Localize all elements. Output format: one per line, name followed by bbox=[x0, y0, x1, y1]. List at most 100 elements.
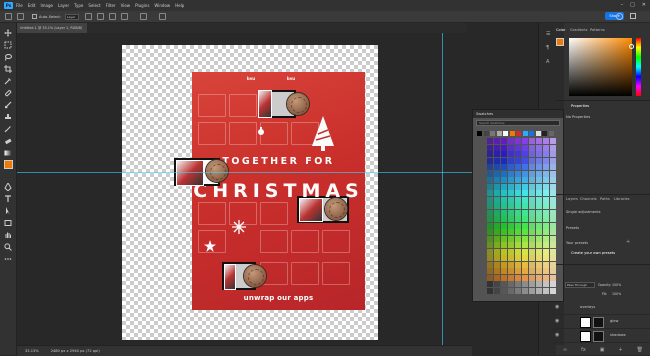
color-swatch[interactable] bbox=[529, 268, 535, 274]
color-swatch[interactable] bbox=[536, 183, 542, 190]
color-swatch[interactable] bbox=[508, 170, 514, 177]
workspace-icon[interactable] bbox=[630, 13, 636, 19]
hue-slider[interactable] bbox=[636, 38, 641, 96]
maximize-icon[interactable]: □ bbox=[630, 2, 635, 8]
recent-swatch[interactable] bbox=[529, 131, 534, 136]
color-swatch[interactable] bbox=[501, 183, 507, 190]
color-panel-foreground[interactable] bbox=[556, 38, 564, 46]
color-swatch[interactable] bbox=[501, 209, 507, 216]
color-swatch[interactable] bbox=[522, 229, 528, 235]
color-swatch[interactable] bbox=[543, 242, 549, 248]
layer-name[interactable]: overlays bbox=[580, 305, 595, 309]
color-swatch[interactable] bbox=[515, 164, 521, 170]
color-swatch[interactable] bbox=[529, 248, 535, 255]
color-swatch[interactable] bbox=[522, 170, 528, 177]
color-swatch[interactable] bbox=[508, 222, 514, 229]
color-swatch[interactable] bbox=[501, 170, 507, 177]
color-swatch[interactable] bbox=[529, 209, 535, 216]
color-swatch[interactable] bbox=[515, 235, 521, 242]
color-swatch[interactable] bbox=[508, 229, 514, 235]
color-swatch[interactable] bbox=[529, 261, 535, 268]
color-swatch[interactable] bbox=[487, 261, 493, 268]
color-swatch[interactable] bbox=[494, 248, 500, 255]
visibility-eye-icon[interactable]: ◉ bbox=[555, 318, 559, 324]
align-left-icon[interactable] bbox=[97, 13, 105, 20]
color-swatch[interactable] bbox=[522, 222, 528, 229]
menu-window[interactable]: Window bbox=[154, 3, 170, 8]
menu-filter[interactable]: Filter bbox=[106, 3, 116, 8]
color-swatch[interactable] bbox=[494, 170, 500, 177]
color-swatch[interactable] bbox=[529, 229, 535, 235]
opacity-value[interactable]: 100% bbox=[612, 283, 621, 287]
color-swatch[interactable] bbox=[515, 242, 521, 248]
color-swatch[interactable] bbox=[508, 144, 514, 151]
color-swatch[interactable] bbox=[494, 229, 500, 235]
color-swatch[interactable] bbox=[529, 177, 535, 183]
menu-select[interactable]: Select bbox=[88, 3, 100, 8]
color-swatch[interactable] bbox=[529, 196, 535, 203]
color-swatch[interactable] bbox=[501, 281, 507, 287]
recent-swatch[interactable] bbox=[509, 131, 515, 136]
color-swatch[interactable] bbox=[487, 177, 493, 183]
crop-tool-icon[interactable] bbox=[4, 65, 12, 73]
align-center-icon[interactable] bbox=[109, 13, 117, 20]
menu-edit[interactable]: Edit bbox=[28, 3, 36, 8]
color-swatch[interactable] bbox=[550, 242, 556, 248]
color-swatch[interactable] bbox=[536, 209, 542, 216]
color-swatch[interactable] bbox=[487, 190, 493, 196]
color-swatch[interactable] bbox=[522, 274, 528, 281]
color-swatch[interactable] bbox=[550, 235, 556, 242]
history-icon[interactable]: ☰ bbox=[546, 31, 550, 37]
visibility-eye-icon[interactable]: ◉ bbox=[555, 304, 559, 310]
recent-swatch[interactable] bbox=[522, 131, 528, 136]
color-swatch[interactable] bbox=[543, 222, 549, 229]
color-swatch[interactable] bbox=[515, 281, 521, 287]
color-swatch[interactable] bbox=[508, 248, 514, 255]
color-swatch[interactable] bbox=[501, 216, 507, 222]
color-swatch[interactable] bbox=[515, 222, 521, 229]
home-icon[interactable] bbox=[5, 13, 12, 20]
color-swatch[interactable] bbox=[501, 190, 507, 196]
color-swatch[interactable] bbox=[550, 203, 556, 209]
color-swatch[interactable] bbox=[536, 138, 542, 144]
color-swatch[interactable] bbox=[543, 183, 549, 190]
recent-swatch[interactable] bbox=[503, 131, 508, 136]
color-swatch[interactable] bbox=[522, 287, 528, 294]
color-swatch[interactable] bbox=[494, 203, 500, 209]
color-swatch[interactable] bbox=[515, 216, 521, 222]
color-swatch[interactable] bbox=[536, 216, 542, 222]
color-picker-field[interactable] bbox=[569, 38, 632, 96]
healing-tool-icon[interactable] bbox=[4, 89, 12, 97]
color-swatch[interactable] bbox=[543, 209, 549, 216]
color-swatch[interactable] bbox=[515, 196, 521, 203]
color-swatch[interactable] bbox=[487, 222, 493, 229]
layer-name[interactable]: shadows bbox=[610, 333, 626, 337]
color-swatch[interactable] bbox=[543, 177, 549, 183]
color-swatch[interactable] bbox=[536, 235, 542, 242]
color-swatch[interactable] bbox=[487, 242, 493, 248]
tab-libraries[interactable]: Libraries bbox=[614, 197, 630, 201]
transform-controls-icon[interactable] bbox=[85, 13, 93, 20]
tab-gradients[interactable]: Gradients bbox=[570, 28, 588, 32]
color-swatch[interactable] bbox=[501, 222, 507, 229]
color-swatch[interactable] bbox=[536, 190, 542, 196]
3d-mode-icon[interactable] bbox=[159, 13, 167, 20]
color-swatch[interactable] bbox=[494, 216, 500, 222]
move-tool-preset-icon[interactable] bbox=[17, 13, 24, 20]
color-swatch[interactable] bbox=[522, 248, 528, 255]
menu-image[interactable]: Image bbox=[40, 3, 53, 8]
color-swatch[interactable] bbox=[508, 183, 514, 190]
color-swatch[interactable] bbox=[487, 196, 493, 203]
color-swatch[interactable] bbox=[522, 157, 528, 164]
color-swatch[interactable] bbox=[487, 281, 493, 287]
history-brush-icon[interactable] bbox=[4, 125, 12, 133]
path-selection-icon[interactable] bbox=[4, 207, 12, 215]
color-swatch[interactable] bbox=[522, 268, 528, 274]
color-swatch[interactable] bbox=[501, 274, 507, 281]
color-swatch[interactable] bbox=[494, 268, 500, 274]
color-swatch[interactable] bbox=[487, 216, 493, 222]
color-swatch[interactable] bbox=[494, 177, 500, 183]
color-swatch[interactable] bbox=[536, 157, 542, 164]
pen-tool-icon[interactable] bbox=[4, 183, 12, 191]
color-swatch[interactable] bbox=[550, 177, 556, 183]
